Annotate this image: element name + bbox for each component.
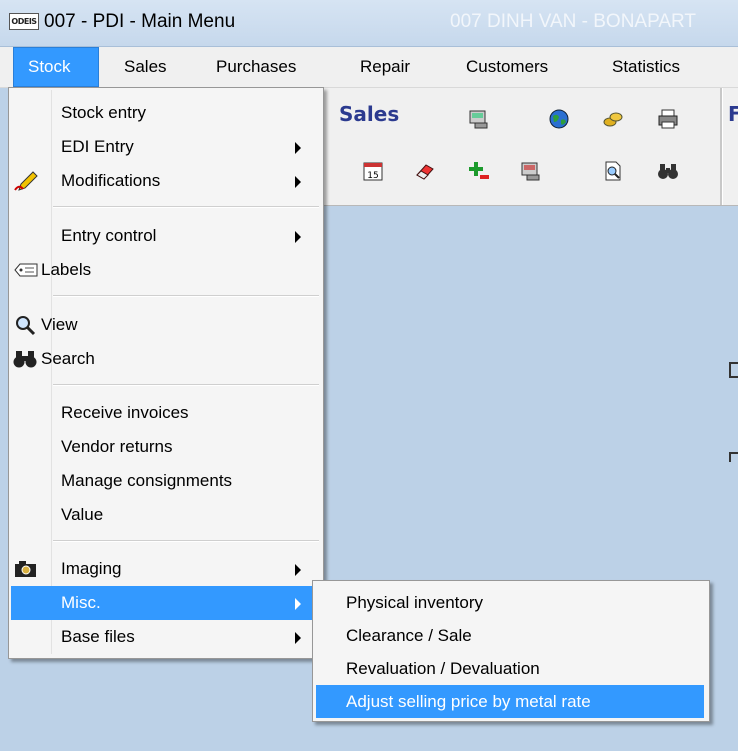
submenu-item-physical-inventory[interactable]: Physical inventory — [316, 586, 704, 619]
menu-statistics[interactable]: Statistics — [612, 47, 680, 87]
menu-stock[interactable]: Stock — [13, 47, 99, 87]
calendar-icon[interactable]: 15 — [362, 160, 384, 182]
printer-icon[interactable] — [657, 108, 679, 130]
menu-separator — [53, 540, 319, 542]
menu-item-base-files[interactable]: Base files — [11, 620, 319, 654]
card-terminal-icon[interactable] — [468, 108, 490, 130]
menu-item-edi-entry[interactable]: EDI Entry — [11, 130, 319, 164]
menu-item-value[interactable]: Value — [11, 498, 319, 532]
misc-submenu: Physical inventory Clearance / Sale Reva… — [312, 580, 710, 722]
globe-icon[interactable] — [548, 108, 570, 130]
menu-item-entry-control[interactable]: Entry control — [11, 219, 319, 253]
menu-item-misc[interactable]: Misc. — [11, 586, 319, 620]
submenu-item-clearance-sale[interactable]: Clearance / Sale — [316, 619, 704, 652]
coins-icon[interactable] — [602, 108, 624, 130]
menu-item-vendor-returns[interactable]: Vendor returns — [11, 430, 319, 464]
menu-customers[interactable]: Customers — [466, 47, 548, 87]
menu-separator — [53, 295, 319, 297]
menu-sales[interactable]: Sales — [124, 47, 167, 87]
card-reader-icon[interactable] — [520, 160, 542, 182]
submenu-item-revaluation[interactable]: Revaluation / Devaluation — [316, 652, 704, 685]
toolbar-next-section-title: F — [728, 102, 738, 126]
submenu-arrow-icon — [295, 564, 301, 576]
menu-item-stock-entry[interactable]: Stock entry — [11, 96, 319, 130]
svg-text:15: 15 — [367, 171, 378, 181]
submenu-arrow-icon — [295, 176, 301, 188]
app-logo-icon: ODEIS — [9, 13, 39, 30]
magnifier-icon — [16, 316, 36, 336]
binoculars-icon — [13, 351, 37, 368]
submenu-arrow-icon — [295, 142, 301, 154]
menu-item-view[interactable]: View — [11, 308, 319, 342]
menu-bar: Stock Sales Purchases Repair Customers S… — [0, 47, 738, 88]
stock-dropdown-menu: Stock entry EDI Entry Modifications Entr… — [8, 87, 324, 659]
sales-toolbar: Sales 15 F — [322, 88, 738, 206]
submenu-arrow-icon — [295, 598, 301, 610]
title-bar[interactable]: ODEIS 007 - PDI - Main Menu 007 DINH VAN… — [0, 0, 738, 47]
eraser-icon[interactable] — [414, 160, 436, 182]
menu-item-manage-consignments[interactable]: Manage consignments — [11, 464, 319, 498]
pen-icon — [14, 171, 38, 191]
desktop-shortcut-icon[interactable] — [729, 452, 738, 462]
submenu-arrow-icon — [295, 632, 301, 644]
menu-purchases[interactable]: Purchases — [216, 47, 296, 87]
menu-separator — [53, 206, 319, 208]
menu-repair[interactable]: Repair — [360, 47, 410, 87]
desktop-shortcut-icon[interactable] — [729, 362, 738, 378]
toolbar-separator — [720, 88, 723, 205]
menu-separator — [53, 384, 319, 386]
window-title: 007 - PDI - Main Menu — [44, 11, 236, 32]
submenu-item-adjust-selling-price[interactable]: Adjust selling price by metal rate — [316, 685, 704, 718]
menu-item-modifications[interactable]: Modifications — [11, 164, 319, 198]
toolbar-section-title: Sales — [339, 102, 400, 126]
menu-item-receive-invoices[interactable]: Receive invoices — [11, 396, 319, 430]
menu-item-labels[interactable]: Labels — [11, 253, 319, 287]
menu-item-search[interactable]: Search — [11, 342, 319, 376]
camera-icon — [15, 561, 36, 577]
document-search-icon[interactable] — [602, 160, 624, 182]
plus-minus-icon[interactable] — [468, 160, 490, 182]
binoculars-icon[interactable] — [657, 160, 679, 182]
submenu-arrow-icon — [295, 231, 301, 243]
label-tag-icon — [14, 263, 38, 277]
menu-item-imaging[interactable]: Imaging — [11, 552, 319, 586]
store-name: 007 DINH VAN - BONAPART — [450, 11, 697, 32]
